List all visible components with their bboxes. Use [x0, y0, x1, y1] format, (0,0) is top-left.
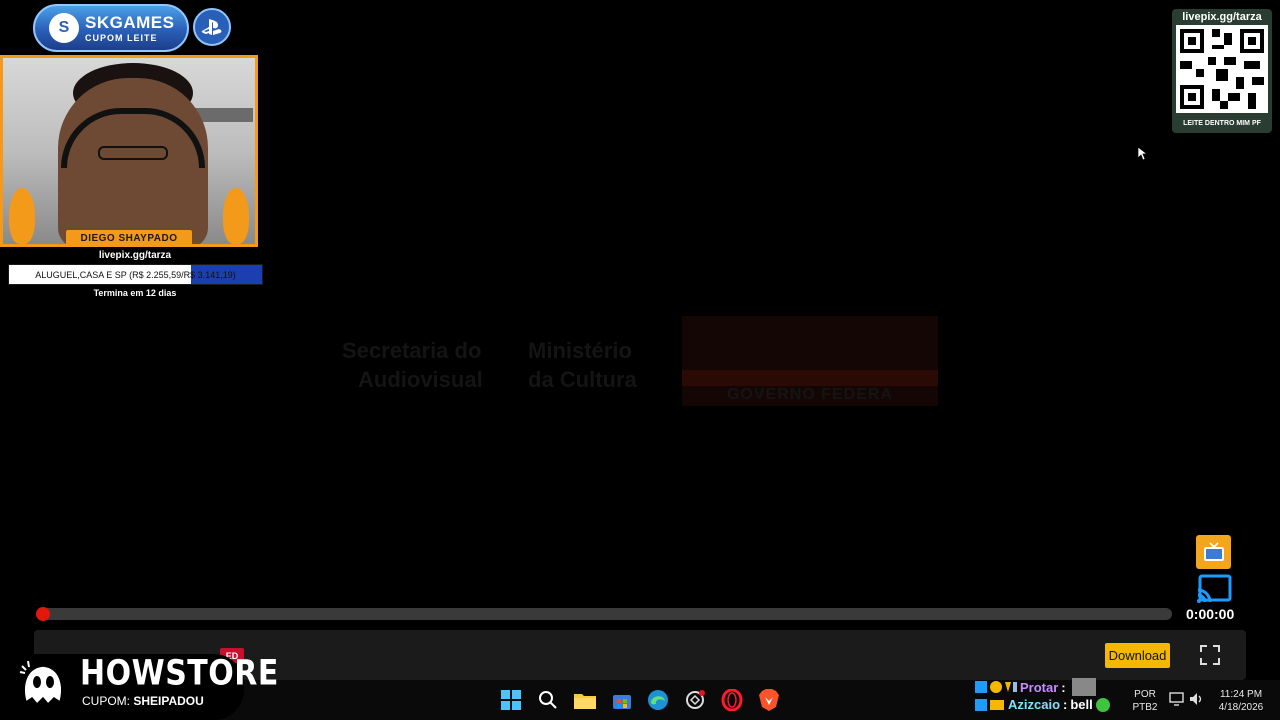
skgames-logo-icon: S	[49, 13, 79, 43]
chat-username: Protar	[1020, 679, 1059, 695]
flame-right-icon	[223, 188, 249, 244]
volume-icon[interactable]	[1189, 692, 1205, 706]
chat-emote-icon	[1071, 678, 1096, 696]
howstore-coupon: CUPOM: SHEIPADOU	[82, 694, 204, 708]
input-language-indicator[interactable]: POR PTB2	[1131, 688, 1159, 714]
edge-browser-icon[interactable]	[646, 688, 670, 712]
chat-badges-icon	[975, 698, 1004, 711]
watermark-line: da Cultura	[528, 366, 637, 392]
chat-message: Azizcaio: bell	[975, 697, 1110, 712]
microsoft-store-icon[interactable]	[610, 688, 634, 712]
secretaria-audiovisual-logo: Secretaria do Audiovisual	[342, 337, 483, 394]
goal-text: ALUGUEL,CASA E SP (R$ 2.255,59/R$ 3.141,…	[35, 269, 236, 280]
search-icon[interactable]	[536, 688, 560, 712]
ghost-mascot-icon	[19, 660, 63, 706]
sponsor-badge: S SKGAMES CUPOM LEITE	[33, 4, 189, 52]
download-button[interactable]: Download	[1105, 643, 1170, 668]
brave-browser-icon[interactable]	[757, 688, 781, 712]
qr-code-icon	[1176, 25, 1268, 113]
gov-logo-label: GOVERNO FEDERA	[726, 386, 893, 403]
governo-federal-logo: GOVERNO FEDERA	[682, 316, 938, 406]
clock-time: 11:24 PM	[1219, 689, 1263, 700]
playstation-icon	[193, 8, 231, 46]
file-explorer-icon[interactable]	[573, 688, 597, 712]
chat-username: Azizcaio	[1008, 697, 1061, 712]
coupon-label: CUPOM:	[82, 694, 130, 708]
clock-date: 4/18/2026	[1218, 702, 1264, 713]
seek-bar[interactable]	[40, 608, 1172, 620]
taskbar-clock[interactable]: 11:24 PM 4/18/2026	[1210, 688, 1272, 714]
flame-left-icon	[9, 188, 35, 244]
cast-icon[interactable]	[1196, 574, 1232, 604]
chat-emote-icon	[1095, 697, 1110, 712]
coupon-code: SHEIPADOU	[133, 694, 204, 708]
time-readout: 0:00:00	[1186, 606, 1235, 622]
opera-gx-icon[interactable]	[720, 688, 744, 712]
donation-url: livepix.gg/tarza	[98, 250, 172, 261]
watermark-line: Audiovisual	[358, 366, 483, 392]
chat-text: bell	[1070, 697, 1093, 712]
qr-panel: livepix.gg/tarza LEITE DENTRO MIM PF	[1172, 9, 1272, 133]
watermark-line: Ministério	[528, 338, 632, 363]
windows-start-icon[interactable]	[499, 688, 523, 712]
watermark-line: Secretaria do	[342, 338, 482, 363]
ministerio-cultura-logo: Ministério da Cultura	[528, 337, 637, 394]
goal-deadline: Termina em 12 dias	[93, 288, 177, 298]
lang-bottom: PTB2	[1132, 702, 1158, 713]
tv-icon[interactable]	[1196, 535, 1231, 569]
qr-caption: LEITE DENTRO MIM PF	[1183, 120, 1261, 127]
sponsor-title: SKGAMES	[85, 12, 175, 32]
howstore-name: HOWSTORE	[80, 653, 279, 694]
streamer-name-plate: DIEGO SHAYPADO	[66, 230, 192, 247]
chatgpt-icon[interactable]	[683, 688, 707, 712]
network-icon[interactable]	[1169, 692, 1185, 706]
donation-goal-bar: ALUGUEL,CASA E SP (R$ 2.255,59/R$ 3.141,…	[8, 264, 263, 285]
sponsor-subtitle: CUPOM LEITE	[85, 32, 158, 43]
seek-thumb[interactable]	[36, 607, 50, 621]
webcam-feed	[0, 55, 258, 247]
fullscreen-icon[interactable]	[1199, 644, 1221, 666]
lang-top: POR	[1134, 689, 1156, 700]
chat-message: Protar:	[975, 678, 1096, 696]
qr-url: livepix.gg/tarza	[1182, 11, 1262, 23]
chat-badges-icon	[975, 681, 1017, 693]
mouse-cursor-icon	[1138, 147, 1148, 161]
